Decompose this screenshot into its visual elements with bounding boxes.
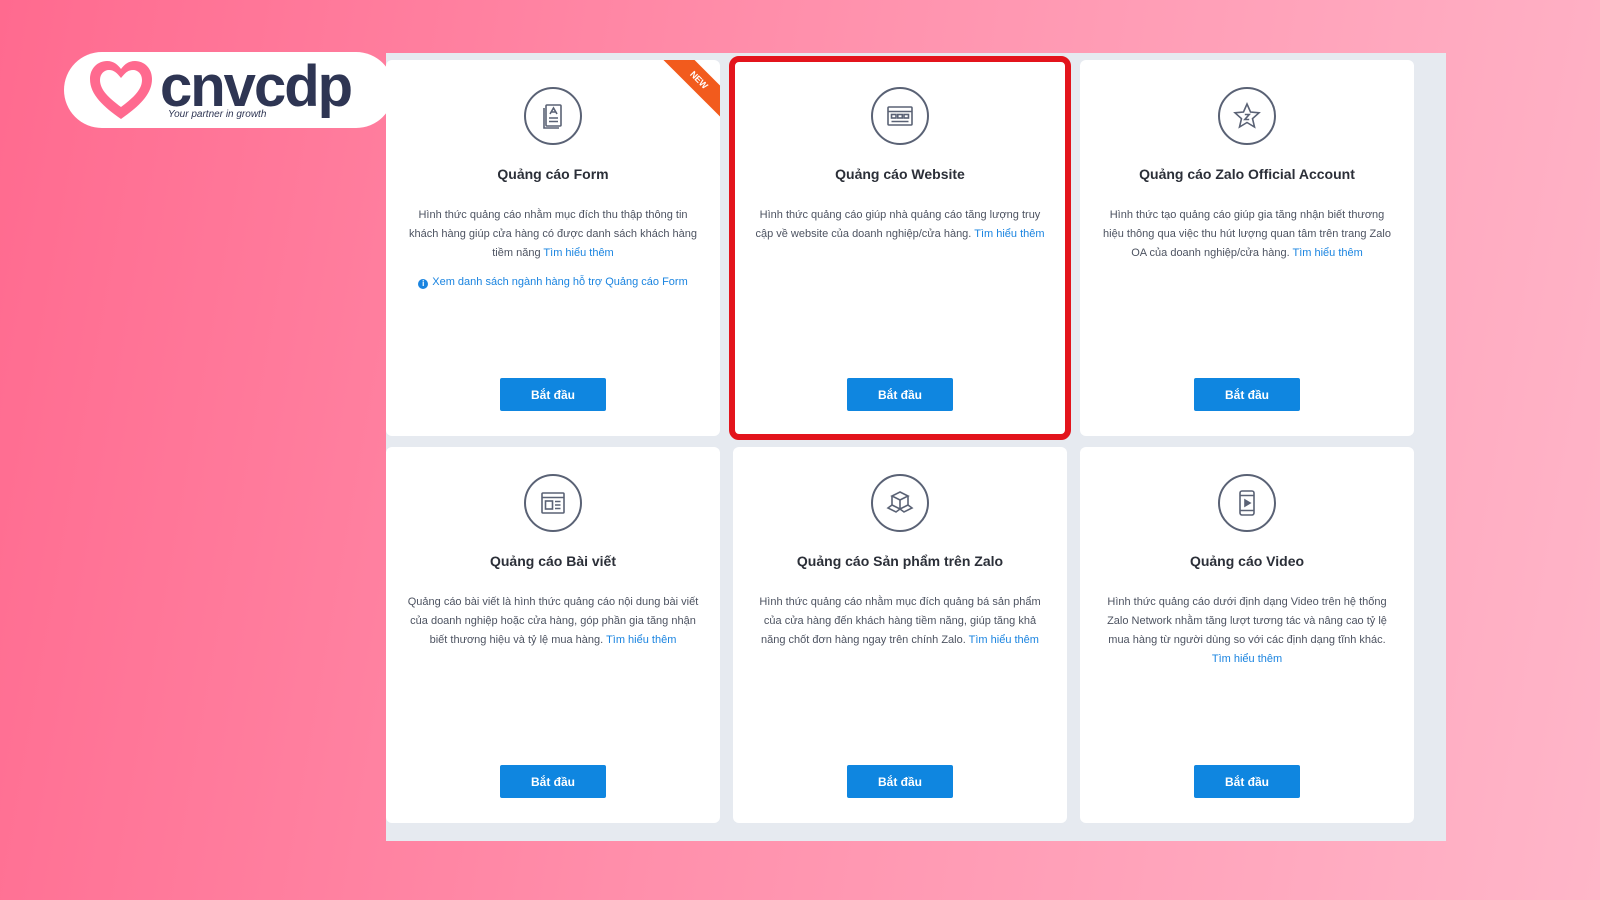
video-icon bbox=[1218, 474, 1276, 532]
learn-more-link[interactable]: Tìm hiểu thêm bbox=[969, 634, 1039, 646]
card-title: Quảng cáo Website bbox=[835, 166, 965, 182]
brand-tagline: Your partner in growth bbox=[168, 108, 267, 120]
form-icon bbox=[524, 87, 582, 145]
learn-more-link[interactable]: Tìm hiểu thêm bbox=[606, 634, 676, 646]
supported-industries-text: Xem danh sách ngành hàng hỗ trợ Quảng cá… bbox=[432, 276, 688, 288]
start-button[interactable]: Bắt đầu bbox=[500, 765, 606, 798]
learn-more-link[interactable]: Tìm hiểu thêm bbox=[974, 228, 1044, 240]
card-description: Hình thức quảng cáo giúp nhà quảng cáo t… bbox=[753, 206, 1047, 244]
card-description-text: Hình thức quảng cáo dưới định dạng Video… bbox=[1107, 596, 1387, 646]
learn-more-link[interactable]: Tìm hiểu thêm bbox=[1212, 653, 1282, 665]
new-badge: NEW bbox=[659, 60, 720, 120]
card-description: Hình thức quảng cáo nhằm mục đích quảng … bbox=[753, 593, 1047, 650]
supported-industries-link[interactable]: i Xem danh sách ngành hàng hỗ trợ Quảng c… bbox=[386, 276, 720, 289]
ad-type-panel: NEW Quảng cáo Form Hình thức quảng cáo n… bbox=[386, 53, 1446, 841]
ad-card-article: Quảng cáo Bài viết Quảng cáo bài viết là… bbox=[386, 447, 720, 823]
card-description: Hình thức quảng cáo nhằm mục đích thu th… bbox=[406, 206, 700, 263]
card-title: Quảng cáo Sản phẩm trên Zalo bbox=[796, 553, 1004, 569]
card-title: Quảng cáo Bài viết bbox=[489, 553, 617, 569]
brand-logo: cnvcdp Your partner in growth bbox=[64, 52, 394, 128]
brand-name: cnvcdp bbox=[160, 53, 353, 119]
card-description: Hình thức tạo quảng cáo giúp gia tăng nh… bbox=[1100, 206, 1394, 263]
start-button[interactable]: Bắt đầu bbox=[500, 378, 606, 411]
heart-logo-icon bbox=[90, 61, 152, 119]
learn-more-link[interactable]: Tìm hiểu thêm bbox=[543, 247, 613, 259]
star-icon bbox=[1218, 87, 1276, 145]
ad-card-form: NEW Quảng cáo Form Hình thức quảng cáo n… bbox=[386, 60, 720, 436]
card-title: Quảng cáo Form bbox=[497, 166, 609, 182]
card-description: Quảng cáo bài viết là hình thức quảng cá… bbox=[406, 593, 700, 650]
start-button[interactable]: Bắt đầu bbox=[1194, 765, 1300, 798]
learn-more-link[interactable]: Tìm hiểu thêm bbox=[1292, 247, 1362, 259]
ad-card-zalo-oa: Quảng cáo Zalo Official Account Hình thứ… bbox=[1080, 60, 1414, 436]
ad-card-video: Quảng cáo Video Hình thức quảng cáo dưới… bbox=[1080, 447, 1414, 823]
article-icon bbox=[524, 474, 582, 532]
card-description: Hình thức quảng cáo dưới định dạng Video… bbox=[1100, 593, 1394, 669]
ad-card-product: Quảng cáo Sản phẩm trên Zalo Hình thức q… bbox=[733, 447, 1067, 823]
card-title: Quảng cáo Zalo Official Account bbox=[1139, 166, 1355, 182]
info-icon: i bbox=[418, 279, 429, 289]
start-button[interactable]: Bắt đầu bbox=[847, 765, 953, 798]
product-box-icon bbox=[871, 474, 929, 532]
ad-card-website: Quảng cáo Website Hình thức quảng cáo gi… bbox=[729, 56, 1071, 440]
card-title: Quảng cáo Video bbox=[1189, 553, 1305, 569]
start-button[interactable]: Bắt đầu bbox=[847, 378, 953, 411]
website-icon bbox=[871, 87, 929, 145]
start-button[interactable]: Bắt đầu bbox=[1194, 378, 1300, 411]
